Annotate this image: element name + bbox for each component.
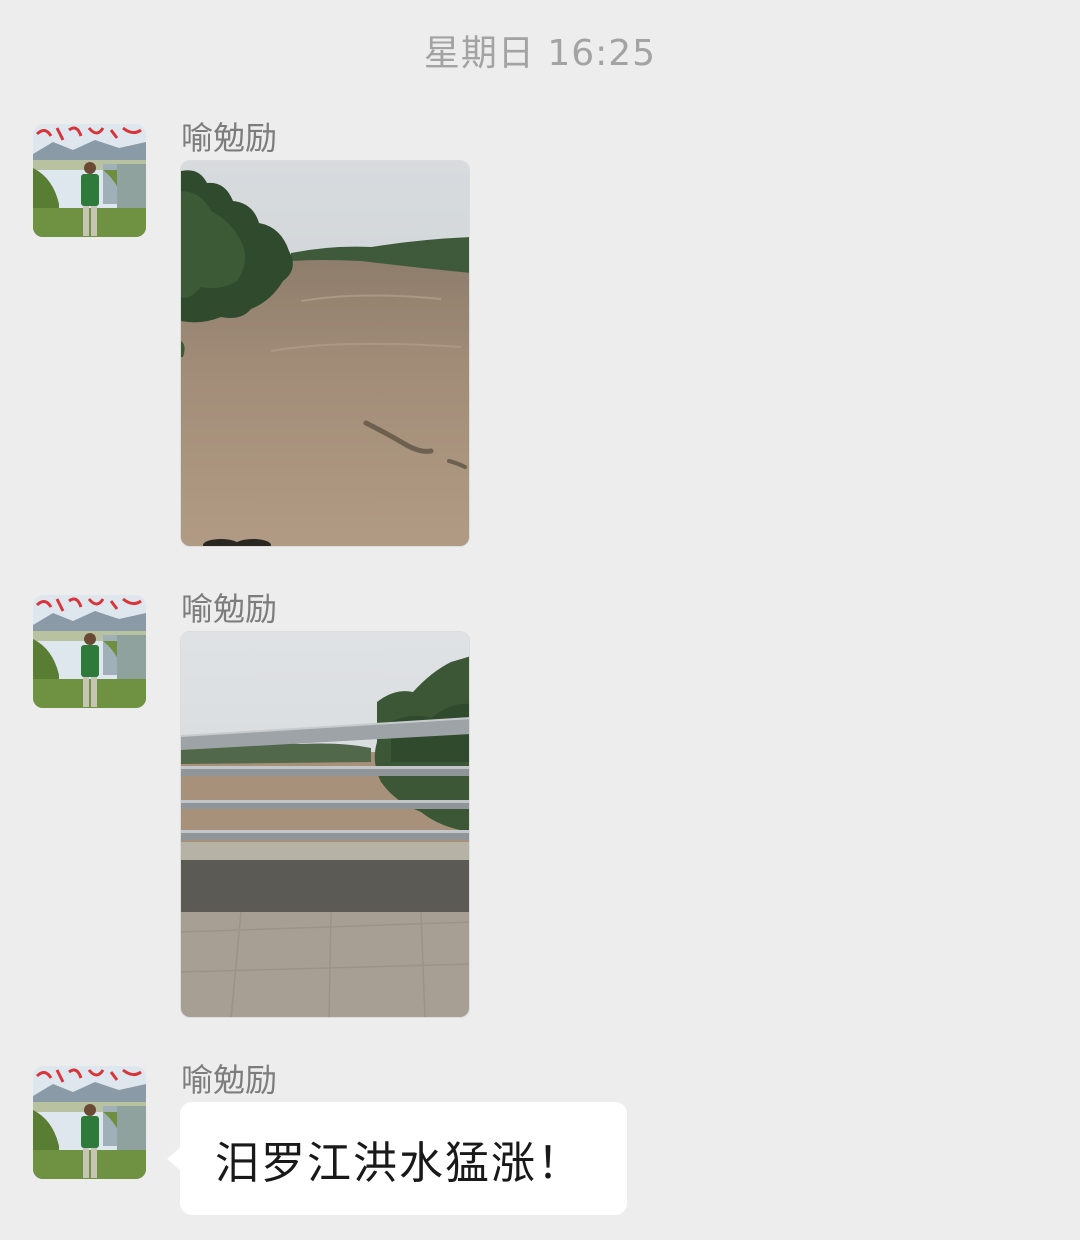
text-message-bubble[interactable]: 汨罗江洪水猛涨！ <box>180 1102 627 1215</box>
message-text: 汨罗江洪水猛涨！ <box>215 1137 583 1189</box>
avatar-photo-icon <box>33 595 146 708</box>
bridge-railing-flood-photo-icon <box>181 632 469 1017</box>
avatar-photo-icon <box>33 1066 146 1179</box>
avatar[interactable] <box>33 124 146 237</box>
avatar[interactable] <box>33 1066 146 1179</box>
sender-name: 喻勉励 <box>181 1061 278 1099</box>
image-message[interactable] <box>180 631 470 1018</box>
sender-name: 喻勉励 <box>181 590 278 628</box>
flooded-river-photo-icon <box>181 161 469 546</box>
sender-name: 喻勉励 <box>181 119 278 157</box>
bubble-tail <box>167 1147 181 1171</box>
image-message[interactable] <box>180 160 470 547</box>
avatar[interactable] <box>33 595 146 708</box>
chat-timestamp: 星期日 16:25 <box>423 33 657 74</box>
avatar-photo-icon <box>33 124 146 237</box>
